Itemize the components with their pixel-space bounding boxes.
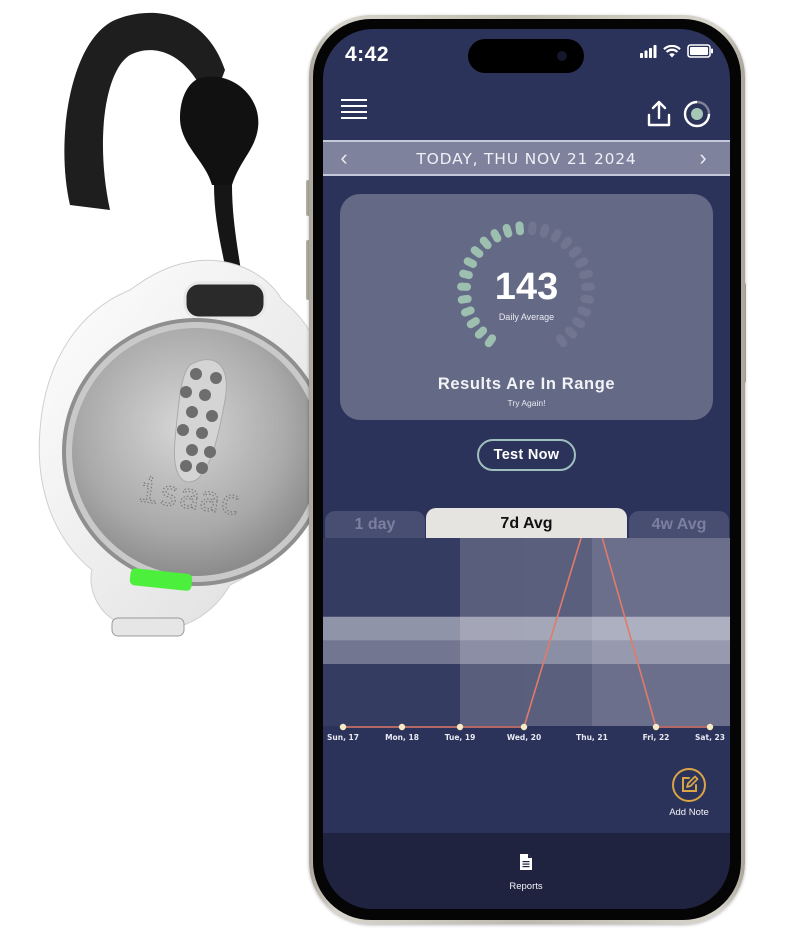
edit-note-icon xyxy=(682,775,699,792)
status-icons xyxy=(640,44,714,58)
connection-status-ring-icon[interactable] xyxy=(683,100,711,128)
cellular-signal-icon xyxy=(640,44,657,58)
x-tick-label: Mon, 18 xyxy=(385,733,419,742)
status-bar: 4:42 xyxy=(323,29,730,84)
tab-4w-avg[interactable]: 4w Avg xyxy=(629,511,729,539)
gauge-segment xyxy=(539,223,550,238)
gauge-segment xyxy=(515,221,525,236)
gauge-segment xyxy=(550,229,562,243)
dynamic-island xyxy=(468,39,584,73)
device-bottom-tab xyxy=(111,617,185,637)
tab-7d-avg[interactable]: 7d Avg xyxy=(426,508,627,539)
data-point xyxy=(706,723,714,731)
data-point xyxy=(652,723,660,731)
daily-summary-card: 143 Daily Average Results Are In Range T… xyxy=(340,194,713,420)
daily-average-value: 143 xyxy=(494,266,559,308)
hamburger-menu-icon[interactable] xyxy=(341,99,367,119)
result-status-title: Results Are In Range xyxy=(437,375,616,393)
x-tick-label: Wed, 20 xyxy=(507,733,541,742)
gauge-segment xyxy=(527,221,537,236)
nav-reports-label: Reports xyxy=(509,881,543,892)
next-day-button[interactable]: › xyxy=(688,145,718,171)
data-point xyxy=(520,723,528,731)
target-range-band-upper xyxy=(323,616,730,641)
trend-chart: Sun, 17 Mon, 18 Tue, 19 Wed, 20 Thu, 21 Fri, … xyxy=(323,538,730,758)
test-now-button[interactable]: Test Now xyxy=(477,439,576,471)
gauge-segment xyxy=(502,223,513,238)
data-point xyxy=(398,723,406,731)
result-status-subtitle: Try Again! xyxy=(507,398,546,408)
daily-average-caption: Daily Average xyxy=(498,312,555,322)
data-point xyxy=(456,723,464,731)
device-svg: isaac xyxy=(38,12,333,637)
target-range-band-lower xyxy=(323,640,730,664)
add-note-button[interactable]: Add Note xyxy=(663,768,715,818)
gauge-segment xyxy=(555,334,568,348)
date-navigator: ‹ TODAY, THU NOV 21 2024 › xyxy=(323,140,730,176)
wifi-icon xyxy=(663,44,681,57)
x-tick-label: Thu, 21 xyxy=(576,733,608,742)
x-tick-label: Sat, 23 xyxy=(695,733,725,742)
gauge-segment xyxy=(560,236,573,250)
app-screen: 4:42 ‹ TODAY, THU NOV 21 2024 › 143 Dail… xyxy=(323,29,730,909)
x-tick-label: Tue, 19 xyxy=(445,733,476,742)
x-tick-label: Fri, 22 xyxy=(643,733,670,742)
x-tick-label: Sun, 17 xyxy=(327,733,359,742)
trend-chart-svg: Sun, 17 Mon, 18 Tue, 19 Wed, 20 Thu, 21 Fri, … xyxy=(323,538,730,758)
app-bar xyxy=(323,91,730,135)
share-upload-icon[interactable] xyxy=(645,99,673,129)
device-lanyard-slot xyxy=(183,281,267,320)
isaac-device-illustration: isaac xyxy=(0,0,340,660)
gauge-segment xyxy=(479,236,492,250)
current-date-label: TODAY, THU NOV 21 2024 xyxy=(416,150,637,168)
tab-1-day[interactable]: 1 day xyxy=(325,511,425,539)
gauge-segment xyxy=(474,326,488,339)
gauge-segment xyxy=(490,229,502,243)
gauge-segment xyxy=(484,334,497,348)
gauge-segment xyxy=(470,246,484,258)
lanyard-toggle xyxy=(180,76,259,185)
range-tabs: 1 day 4w Avg 7d Avg xyxy=(323,508,730,539)
gauge-segment xyxy=(568,246,582,258)
reports-document-icon xyxy=(520,854,532,870)
add-note-label: Add Note xyxy=(669,807,709,818)
status-time: 4:42 xyxy=(345,43,390,66)
nav-item-reports[interactable]: Reports xyxy=(498,853,554,892)
chart-axis-strip xyxy=(323,726,730,758)
data-point xyxy=(339,723,347,731)
gauge-segment xyxy=(564,326,578,339)
front-camera xyxy=(557,51,567,61)
bottom-navigation: Reports xyxy=(323,833,730,909)
add-note-circle xyxy=(672,768,706,802)
battery-icon xyxy=(687,44,713,58)
